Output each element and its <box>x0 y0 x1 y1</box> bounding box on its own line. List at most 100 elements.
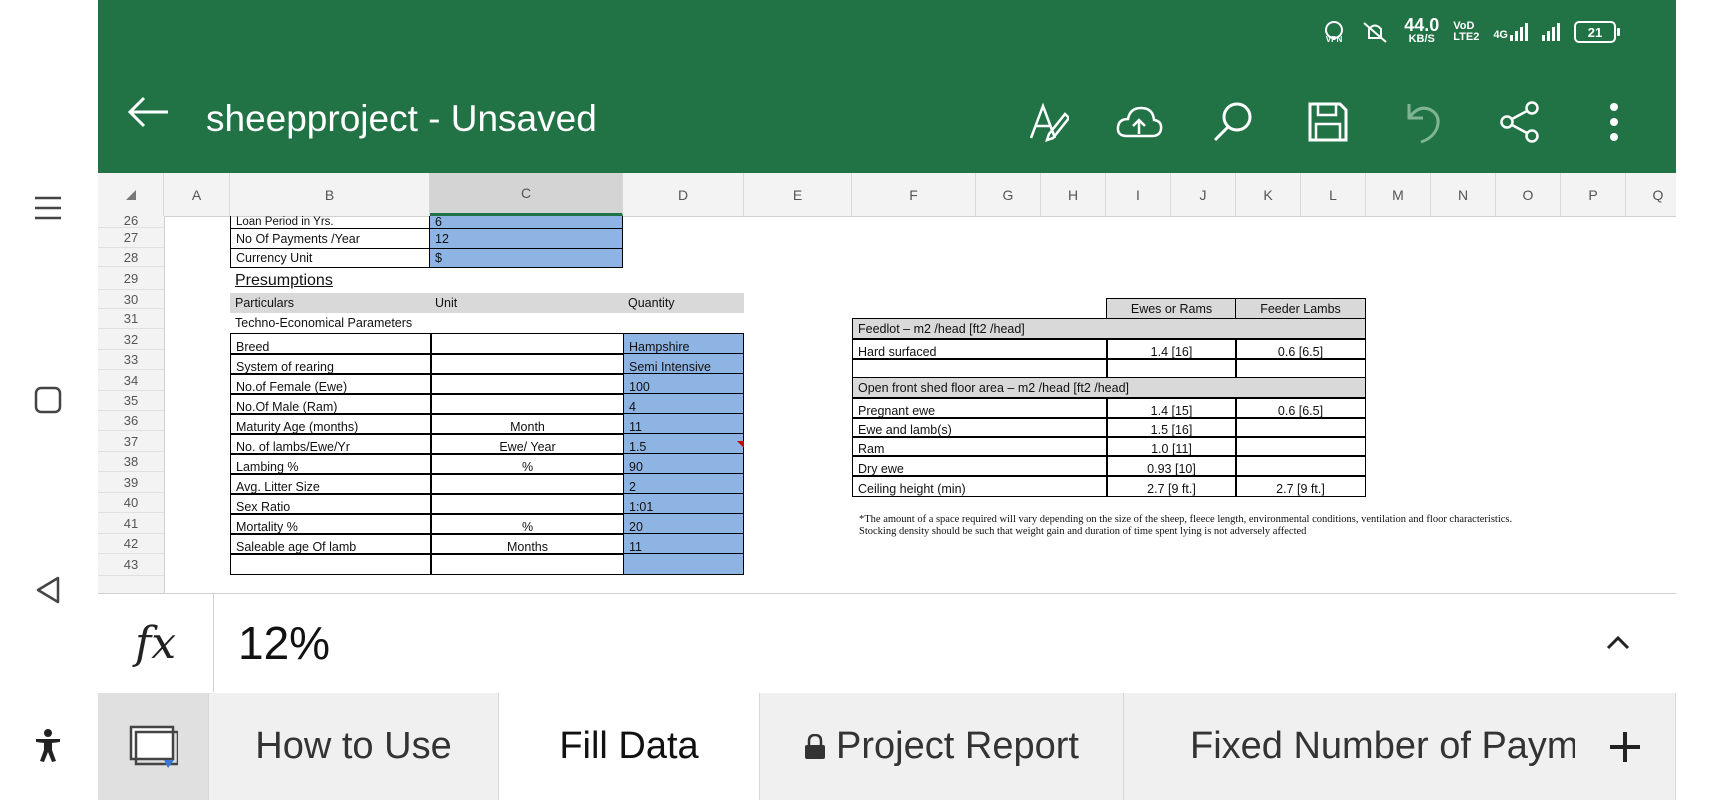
back-arrow-icon[interactable] <box>126 95 170 129</box>
search-icon[interactable] <box>1209 98 1257 146</box>
back-nav-icon[interactable] <box>18 560 78 620</box>
column-header[interactable]: M <box>1366 173 1431 216</box>
draw-icon[interactable] <box>1023 98 1071 146</box>
cell-unit[interactable]: % <box>430 453 625 475</box>
cell-space-label[interactable]: Ram <box>852 436 1108 457</box>
cell-particular[interactable]: Sex Ratio <box>230 493 432 515</box>
cell-unit[interactable]: Months <box>430 533 625 555</box>
cell-currency-label[interactable]: Currency Unit <box>230 248 431 268</box>
header-ewes-or-rams[interactable]: Ewes or Rams <box>1106 298 1237 320</box>
column-header[interactable]: H <box>1041 173 1106 216</box>
row-header[interactable]: 41 <box>98 513 164 534</box>
row-header[interactable]: 38 <box>98 452 164 472</box>
header-quantity[interactable]: Quantity <box>623 293 744 313</box>
column-header[interactable]: D <box>623 173 744 216</box>
cell-space-feeder[interactable] <box>1235 417 1366 438</box>
cell-quantity[interactable]: 1.5 <box>623 433 744 455</box>
column-header[interactable]: A <box>164 173 230 216</box>
chevron-up-icon[interactable] <box>1600 624 1636 660</box>
cell-particular[interactable]: No.of Female (Ewe) <box>230 373 432 395</box>
cell-quantity[interactable]: 100 <box>623 373 744 395</box>
row-header[interactable]: 32 <box>98 329 164 350</box>
cell-space-ewes[interactable]: 1.5 [16] <box>1106 417 1237 438</box>
row-header[interactable]: 29 <box>98 267 164 290</box>
tab-how-to-use[interactable]: How to Use <box>209 693 499 800</box>
recent-apps-icon[interactable] <box>18 178 78 238</box>
tab-fill-data[interactable]: Fill Data <box>499 693 760 800</box>
cell-space-feeder[interactable]: 0.6 [6.5] <box>1235 338 1366 360</box>
cell-empty[interactable] <box>852 358 1108 379</box>
row-header[interactable]: 35 <box>98 391 164 411</box>
row-header[interactable]: 36 <box>98 411 164 431</box>
tab-fixed-number-of-payments[interactable]: Fixed Number of Payme <box>1124 693 1676 800</box>
row-header[interactable]: 37 <box>98 431 164 452</box>
column-header[interactable]: P <box>1561 173 1626 216</box>
cell-space-label[interactable]: Ceiling height (min) <box>852 475 1108 497</box>
cell-currency-value[interactable]: $ <box>429 248 623 268</box>
cell-space-feeder[interactable]: 0.6 [6.5] <box>1235 397 1366 419</box>
cell-unit[interactable] <box>430 473 625 495</box>
save-icon[interactable] <box>1304 98 1352 146</box>
cell-empty[interactable] <box>1235 358 1366 379</box>
formula-input[interactable]: 12% <box>238 616 330 670</box>
cell-unit[interactable]: Month <box>430 413 625 435</box>
function-icon[interactable]: fx <box>98 594 214 692</box>
cell-unit[interactable] <box>430 553 625 575</box>
row-header[interactable]: 26 <box>98 214 164 228</box>
select-all-corner[interactable] <box>98 173 164 216</box>
shed-header[interactable]: Open front shed floor area – m2 /head [f… <box>852 377 1366 399</box>
cell-space-ewes[interactable]: 2.7 [9 ft.] <box>1106 475 1237 497</box>
cell-payments-label[interactable]: No Of Payments /Year <box>230 228 431 249</box>
cell-quantity[interactable]: 4 <box>623 393 744 415</box>
home-icon[interactable] <box>18 370 78 430</box>
row-header[interactable]: 31 <box>98 309 164 329</box>
header-particulars[interactable]: Particulars <box>230 293 430 313</box>
column-header[interactable]: Q <box>1626 173 1676 216</box>
cell-particular[interactable]: Breed <box>230 333 432 355</box>
row-header[interactable]: 34 <box>98 370 164 391</box>
cell-space-ewes[interactable]: 1.4 [16] <box>1106 338 1237 360</box>
header-unit[interactable]: Unit <box>430 293 623 313</box>
presumptions-heading[interactable]: Presumptions <box>230 269 333 292</box>
cell-particular[interactable]: Saleable age Of lamb <box>230 533 432 555</box>
row-header[interactable]: 40 <box>98 493 164 513</box>
cell-particular[interactable]: No. of lambs/Ewe/Yr <box>230 433 432 455</box>
cloud-upload-icon[interactable] <box>1115 98 1163 146</box>
cell-unit[interactable] <box>430 393 625 415</box>
cell-particular[interactable]: System of rearing <box>230 353 432 375</box>
cell-particular[interactable]: Avg. Litter Size <box>230 473 432 495</box>
cell-empty[interactable] <box>1106 358 1237 379</box>
tab-project-report[interactable]: Project Report <box>760 693 1124 800</box>
cell-space-feeder[interactable] <box>1235 455 1366 477</box>
row-header[interactable]: 28 <box>98 248 164 267</box>
header-feeder-lambs[interactable]: Feeder Lambs <box>1235 298 1366 320</box>
share-icon[interactable] <box>1496 98 1544 146</box>
row-header[interactable]: 42 <box>98 534 164 554</box>
cell-particular[interactable] <box>230 553 432 575</box>
cell-space-label[interactable]: Pregnant ewe <box>852 397 1108 419</box>
cell-space-feeder[interactable]: 2.7 [9 ft.] <box>1235 475 1366 497</box>
column-header[interactable]: J <box>1171 173 1236 216</box>
add-sheet-button[interactable] <box>1575 693 1675 800</box>
cell-space-label[interactable]: Hard surfaced <box>852 338 1108 360</box>
cell-space-label[interactable]: Dry ewe <box>852 455 1108 477</box>
cell-quantity[interactable]: 1:01 <box>623 493 744 515</box>
cell-unit[interactable]: Ewe/ Year <box>430 433 625 455</box>
cell-unit[interactable] <box>430 353 625 375</box>
cell-space-ewes[interactable]: 1.4 [15] <box>1106 397 1237 419</box>
cell-quantity[interactable]: 2 <box>623 473 744 495</box>
column-header[interactable]: N <box>1431 173 1496 216</box>
row-header[interactable]: 33 <box>98 350 164 370</box>
cell-space-ewes[interactable]: 0.93 [10] <box>1106 455 1237 477</box>
cell-quantity[interactable] <box>623 553 744 575</box>
cell-quantity[interactable]: 20 <box>623 513 744 535</box>
sheets-toggle-button[interactable] <box>98 693 209 800</box>
row-header[interactable]: 30 <box>98 290 164 309</box>
feedlot-header[interactable]: Feedlot – m2 /head [ft2 /head] <box>852 318 1366 340</box>
column-header[interactable]: I <box>1106 173 1171 216</box>
cell-quantity[interactable]: 90 <box>623 453 744 475</box>
column-header[interactable]: K <box>1236 173 1301 216</box>
cell-particular[interactable]: Mortality % <box>230 513 432 535</box>
cell-unit[interactable] <box>430 493 625 515</box>
cell-quantity[interactable]: Hampshire <box>623 333 744 355</box>
